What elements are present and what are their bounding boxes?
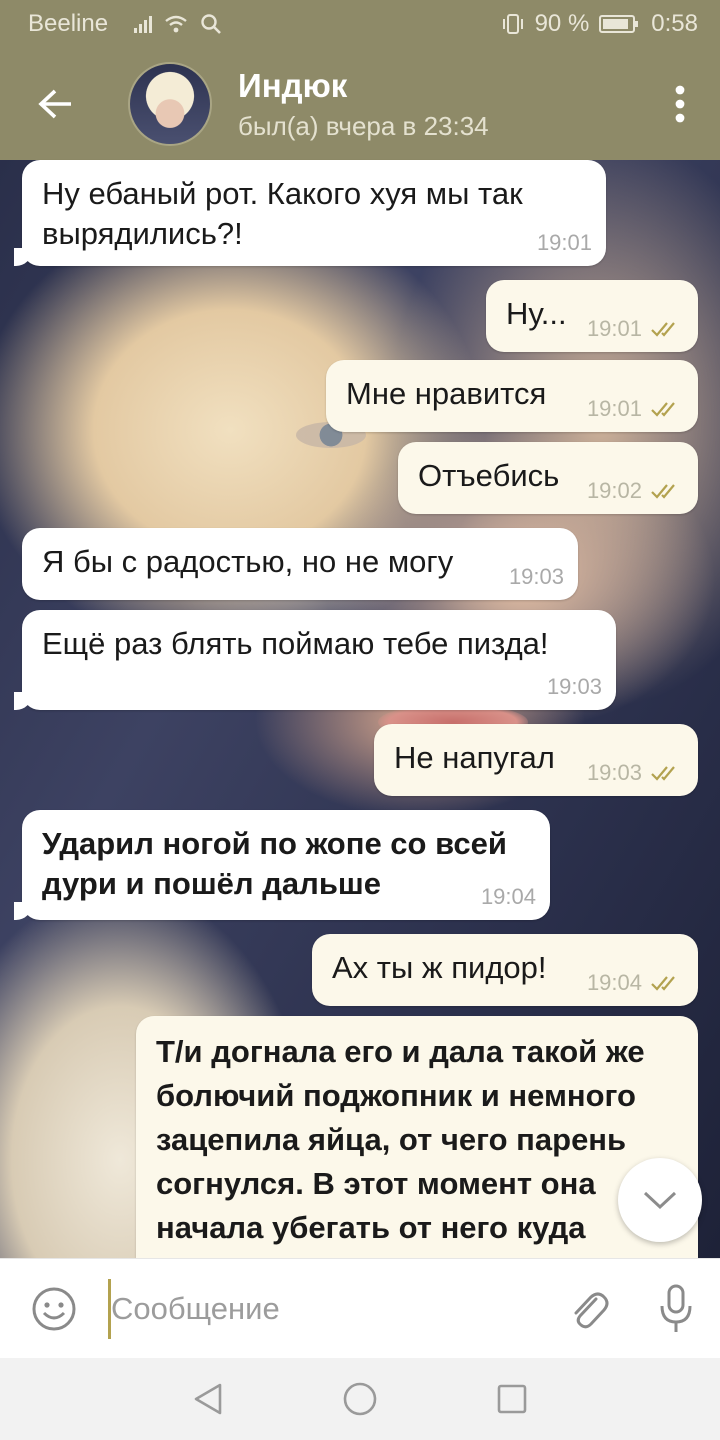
back-arrow-icon (38, 89, 71, 119)
double-check-icon (651, 322, 675, 337)
nav-recents-button[interactable] (488, 1375, 536, 1423)
message-meta: 19:01 (587, 316, 684, 342)
message-input[interactable] (108, 1278, 544, 1339)
message-bubble-out[interactable]: Отъебись 19:02 (398, 442, 698, 514)
carrier-label: Beeline (28, 10, 109, 37)
clock: 0:58 (651, 10, 698, 37)
more-options-button[interactable] (640, 48, 720, 160)
emoji-button[interactable] (0, 1259, 108, 1359)
search-icon (201, 14, 221, 34)
message-time: 19:01 (536, 230, 592, 255)
message-composer (0, 1258, 720, 1358)
paperclip-icon (574, 1292, 609, 1328)
scroll-down-button[interactable] (618, 1158, 702, 1242)
message-meta: 19:02 (587, 478, 684, 504)
message-time: 19:01 (586, 316, 642, 341)
message-time: 19:04 (586, 970, 642, 995)
status-left: Beeline (28, 10, 501, 38)
double-check-icon (651, 402, 675, 417)
battery-icon (599, 15, 639, 33)
message-bubble-out[interactable]: Не напугал 19:03 (374, 724, 698, 796)
battery-percent: 90 % (534, 10, 590, 37)
triangle-back-icon (194, 1383, 222, 1415)
double-check-icon (651, 976, 675, 991)
message-time: 19:01 (586, 396, 642, 421)
microphone-icon (660, 1284, 692, 1332)
message-bubble-out[interactable]: Мне нравится 19:01 (326, 360, 698, 432)
status-bar: Beeline 90 % 0:58 (0, 0, 720, 48)
message-meta: 19:04 (481, 884, 536, 910)
chevron-down-icon (643, 1191, 677, 1210)
message-meta: 19:03 (509, 564, 564, 590)
vibrate-icon (502, 14, 523, 34)
wifi-icon (165, 15, 187, 33)
double-check-icon (651, 484, 675, 499)
message-time: 19:03 (546, 674, 602, 699)
message-bubble-out[interactable]: Т/и догнала его и дала такой же болючий … (136, 1016, 698, 1258)
attach-button[interactable] (544, 1259, 632, 1359)
microphone-button[interactable] (632, 1259, 720, 1359)
square-recents-icon (497, 1384, 527, 1414)
contact-name: Индюк (238, 66, 348, 104)
message-text: Ну ебаный рот. Какого хуя мы так вырядил… (42, 176, 523, 251)
message-bubble-in[interactable]: Ударил ногой по жопе со всей дури и пошё… (14, 810, 550, 920)
contact-avatar[interactable] (128, 62, 212, 146)
message-time: 19:04 (480, 884, 536, 909)
status-right: 90 % 0:58 (501, 10, 698, 38)
message-meta: 19:01 (537, 230, 592, 256)
emoji-icon (32, 1287, 76, 1330)
message-bubble-in[interactable]: Ещё раз блять поймаю тебе пизда! 19:03 (14, 610, 616, 710)
message-time: 19:03 (586, 760, 642, 785)
message-bubble-in[interactable]: Я бы с радостью, но не могу 19:03 (22, 528, 578, 600)
chat-header: Индюк был(а) вчера в 23:34 (0, 48, 720, 160)
message-meta: 19:03 (587, 760, 684, 786)
message-meta: 19:04 (587, 970, 684, 996)
message-meta: 19:01 (587, 396, 684, 422)
contact-info[interactable]: Индюк был(а) вчера в 23:34 (238, 67, 640, 142)
nav-home-button[interactable] (336, 1375, 384, 1423)
back-button[interactable] (0, 48, 110, 160)
message-bubble-in[interactable]: Ну ебаный рот. Какого хуя мы так вырядил… (14, 160, 606, 266)
message-bubble-out[interactable]: Ах ты ж пидор! 19:04 (312, 934, 698, 1006)
message-text: Ударил ногой по жопе со всей дури и пошё… (42, 826, 507, 901)
message-bubble-out[interactable]: Ну... 19:01 (486, 280, 698, 352)
message-time: 19:03 (508, 564, 564, 589)
nav-back-button[interactable] (184, 1375, 232, 1423)
message-text: Ещё раз блять поймаю тебе пизда! (42, 626, 549, 661)
message-meta: 19:03 (547, 674, 602, 700)
message-text: Т/и догнала его и дала такой же болючий … (156, 1034, 645, 1258)
message-text: Я бы с радостью, но не могу (42, 544, 454, 579)
circle-home-icon (343, 1382, 377, 1416)
contact-last-seen: был(а) вчера в 23:34 (238, 110, 489, 141)
signal-icon (134, 15, 153, 33)
system-nav-bar (0, 1358, 720, 1440)
message-time: 19:02 (586, 478, 642, 503)
more-vertical-icon (675, 85, 685, 123)
double-check-icon (651, 766, 675, 781)
